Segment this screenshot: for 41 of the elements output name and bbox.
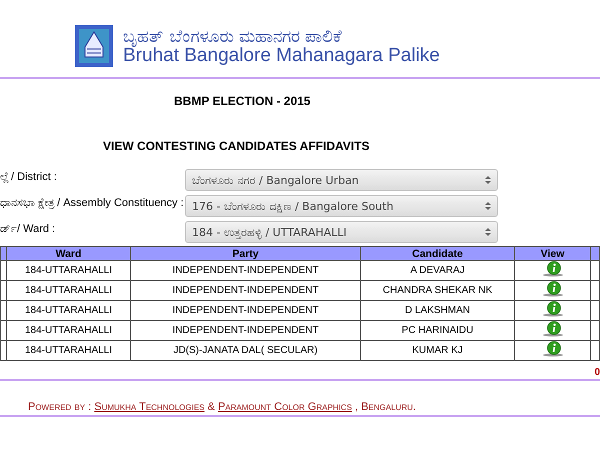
election-title: BBMP ELECTION - 2015 [173,93,312,110]
table-cell: INDEPENDENT-INDEPENDENT [130,300,360,320]
table-cell: CHANDRA SHEKAR NK [360,280,514,300]
table-cell: INDEPENDENT-INDEPENDENT [130,320,360,340]
site-title-kannada: ಬೃಹತ್ ಬೆಂಗಳೂರು ಮಹಾನಗರ ಪಾಲಿಕೆ [123,28,344,46]
dropdown-arrows-icon [485,227,491,237]
table-cell: INDEPENDENT-INDEPENDENT [130,260,360,280]
info-icon[interactable] [542,301,564,317]
field-label: ಧಾನಸಭಾ ಕ್ಷೇತ್ರ / Assembly Constituency : [0,197,185,211]
column-header: Party [130,246,360,260]
credit-link[interactable]: Sumukha Technologies [94,401,204,413]
dropdown-arrows-icon [485,201,491,211]
info-icon[interactable] [542,341,564,357]
table-cell: PC HARINAIDU [360,320,514,340]
info-icon[interactable] [542,321,564,337]
dropdown-select[interactable]: 176 - ಬೆಂಗಳೂರು ದಕ್ಷಿಣ / Bangalore South [185,195,498,217]
table-cell: A DEVARAJ [360,260,514,280]
dropdown-select[interactable]: 184 - ಉತ್ತರಹಳ್ಳಿ / UTTARAHALLI [185,221,498,243]
site-title: Bruhat Bangalore Mahanagara Palike [123,46,440,66]
table-cell: 184-UTTARAHALLI [6,260,130,280]
table-cell: JD(S)-JANATA DAL( SECULAR) [130,340,360,360]
dropdown-select[interactable]: ಬೆಂಗಳೂರು ನಗರ / Bangalore Urban [185,169,498,191]
field-label: ರ್ಡ್/ Ward : [0,223,56,237]
info-icon[interactable] [542,281,564,297]
page-title: VIEW CONTESTING CANDIDATES AFFIDAVITS [102,139,370,155]
table-cell: 184-UTTARAHALLI [6,280,130,300]
table-cell: 184-UTTARAHALLI [6,320,130,340]
table-cell: 184-UTTARAHALLI [6,300,130,320]
table-cell: KUMAR KJ [360,340,514,360]
info-icon[interactable] [542,261,564,277]
dropdown-arrows-icon [485,175,491,185]
table-cell: INDEPENDENT-INDEPENDENT [130,280,360,300]
table-cell: D LAKSHMAN [360,300,514,320]
credit-link[interactable]: Paramount Color Graphics [218,401,352,413]
column-header: Candidate [360,246,514,260]
field-label: ಲ್ಲೆ / District : [0,171,58,185]
counter-text: 0 [594,367,600,378]
column-header: View [514,246,590,260]
column-header: Ward [6,246,130,260]
table-cell: 184-UTTARAHALLI [6,340,130,360]
credits-text: Powered by : Sumukha Technologies & Paramount Color Graphics , Bengaluru. [28,401,416,413]
